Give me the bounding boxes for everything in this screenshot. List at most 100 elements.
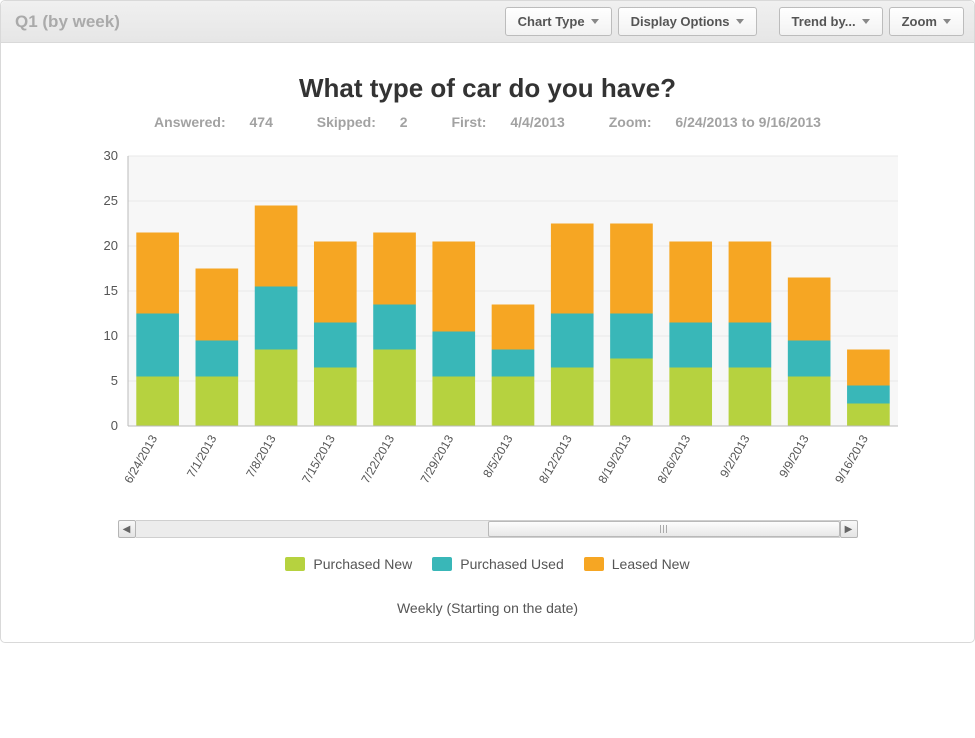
scroll-left-button[interactable]: ◀ (118, 520, 136, 538)
zoom-scrollbar[interactable]: ◀ ▶ (118, 520, 858, 538)
legend-swatch (432, 557, 452, 571)
chart-wrap: 0 5 10 15 20 25 30 6/24/2013 7/1/2013 7/8/2013 7/1… (68, 148, 908, 616)
bar-segment[interactable] (728, 368, 771, 427)
chevron-down-icon (591, 19, 599, 24)
bar-segment[interactable] (195, 377, 238, 427)
bar-segment[interactable] (432, 332, 475, 377)
bar-segment[interactable] (491, 350, 534, 377)
svg-text:0: 0 (110, 418, 117, 433)
x-axis-label: 7/8/2013 (243, 432, 279, 480)
scroll-thumb[interactable] (488, 521, 840, 537)
scroll-track[interactable] (136, 520, 840, 538)
scroll-right-button[interactable]: ▶ (840, 520, 858, 538)
answered-stat: Answered: 474 (144, 114, 287, 130)
bar-segment[interactable] (373, 350, 416, 427)
chevron-down-icon (862, 19, 870, 24)
svg-text:10: 10 (103, 328, 117, 343)
bar-segment[interactable] (669, 242, 712, 323)
zoom-button[interactable]: Zoom (889, 7, 964, 36)
bar-segment[interactable] (313, 368, 356, 427)
bar-segment[interactable] (787, 377, 830, 427)
panel-header: Q1 (by week) Chart Type Display Options … (1, 1, 974, 43)
bar-segment[interactable] (669, 323, 712, 368)
bar-segment[interactable] (313, 242, 356, 323)
x-axis-label: 7/29/2013 (417, 432, 456, 486)
legend-swatch (285, 557, 305, 571)
trend-by-button[interactable]: Trend by... (779, 7, 883, 36)
bar-segment[interactable] (728, 323, 771, 368)
legend: Purchased New Purchased Used Leased New (68, 556, 908, 574)
zoom-stat: Zoom: 6/24/2013 to 9/16/2013 (599, 114, 831, 130)
trend-by-label: Trend by... (792, 14, 856, 29)
interval-footnote: Weekly (Starting on the date) (68, 600, 908, 616)
bar-segment[interactable] (610, 314, 653, 359)
plot-container: 0 5 10 15 20 25 30 6/24/2013 7/1/2013 7/8/2013 7/1… (68, 148, 908, 508)
x-axis-label: 7/1/2013 (183, 432, 219, 480)
legend-item[interactable]: Leased New (584, 556, 690, 572)
bar-segment[interactable] (491, 305, 534, 350)
bar-segment[interactable] (373, 233, 416, 305)
display-options-label: Display Options (631, 14, 730, 29)
chevron-down-icon (736, 19, 744, 24)
svg-text:25: 25 (103, 193, 117, 208)
bar-segment[interactable] (847, 404, 890, 427)
chart-type-label: Chart Type (518, 14, 585, 29)
x-axis-label: 9/2/2013 (717, 432, 753, 480)
bar-segment[interactable] (373, 305, 416, 350)
bar-segment[interactable] (669, 368, 712, 427)
bar-segment[interactable] (550, 314, 593, 368)
bar-segment[interactable] (610, 359, 653, 427)
bar-segment[interactable] (136, 233, 179, 314)
bar-segment[interactable] (254, 287, 297, 350)
svg-text:20: 20 (103, 238, 117, 253)
svg-text:30: 30 (103, 148, 117, 163)
chevron-down-icon (943, 19, 951, 24)
bar-segment[interactable] (195, 269, 238, 341)
chart-subtitle: Answered: 474 Skipped: 2 First: 4/4/2013… (11, 114, 964, 130)
x-axis-label: 6/24/2013 (121, 432, 160, 486)
first-stat: First: 4/4/2013 (441, 114, 578, 130)
legend-label: Leased New (612, 556, 690, 572)
stacked-bar-chart: 0 5 10 15 20 25 30 6/24/2013 7/1/2013 7/8/2013 7/1… (68, 148, 908, 508)
bar-segment[interactable] (550, 368, 593, 427)
legend-label: Purchased Used (460, 556, 564, 572)
legend-label: Purchased New (313, 556, 412, 572)
bar-segment[interactable] (787, 278, 830, 341)
right-button-group: Trend by... Zoom (779, 7, 964, 36)
left-button-group: Chart Type Display Options (505, 7, 757, 36)
x-axis-label: 7/15/2013 (299, 432, 338, 486)
bar-segment[interactable] (313, 323, 356, 368)
bar-segment[interactable] (136, 314, 179, 377)
chart-type-button[interactable]: Chart Type (505, 7, 612, 36)
bar-segment[interactable] (787, 341, 830, 377)
bar-segment[interactable] (847, 350, 890, 386)
bar-segment[interactable] (254, 350, 297, 427)
bar-segment[interactable] (610, 224, 653, 314)
svg-text:5: 5 (110, 373, 117, 388)
question-title: Q1 (by week) (11, 12, 499, 32)
bar-segment[interactable] (728, 242, 771, 323)
chart-panel: Q1 (by week) Chart Type Display Options … (0, 0, 975, 643)
bar-segment[interactable] (136, 377, 179, 427)
legend-swatch (584, 557, 604, 571)
legend-item[interactable]: Purchased Used (432, 556, 564, 572)
x-axis-label: 9/9/2013 (776, 432, 812, 480)
bar-segment[interactable] (432, 242, 475, 332)
svg-text:15: 15 (103, 283, 117, 298)
zoom-label: Zoom (902, 14, 937, 29)
bar-segment[interactable] (491, 377, 534, 427)
x-axis-label: 9/16/2013 (832, 432, 871, 486)
bar-segment[interactable] (847, 386, 890, 404)
bar-segment[interactable] (550, 224, 593, 314)
chart-title: What type of car do you have? (11, 73, 964, 104)
display-options-button[interactable]: Display Options (618, 7, 757, 36)
x-axis-label: 8/5/2013 (480, 432, 516, 480)
legend-item[interactable]: Purchased New (285, 556, 412, 572)
panel-body: What type of car do you have? Answered: … (1, 43, 974, 642)
bar-segment[interactable] (195, 341, 238, 377)
grip-icon (659, 525, 669, 533)
x-axis-label: 8/19/2013 (595, 432, 634, 486)
bar-segment[interactable] (254, 206, 297, 287)
skipped-stat: Skipped: 2 (307, 114, 422, 130)
bar-segment[interactable] (432, 377, 475, 427)
